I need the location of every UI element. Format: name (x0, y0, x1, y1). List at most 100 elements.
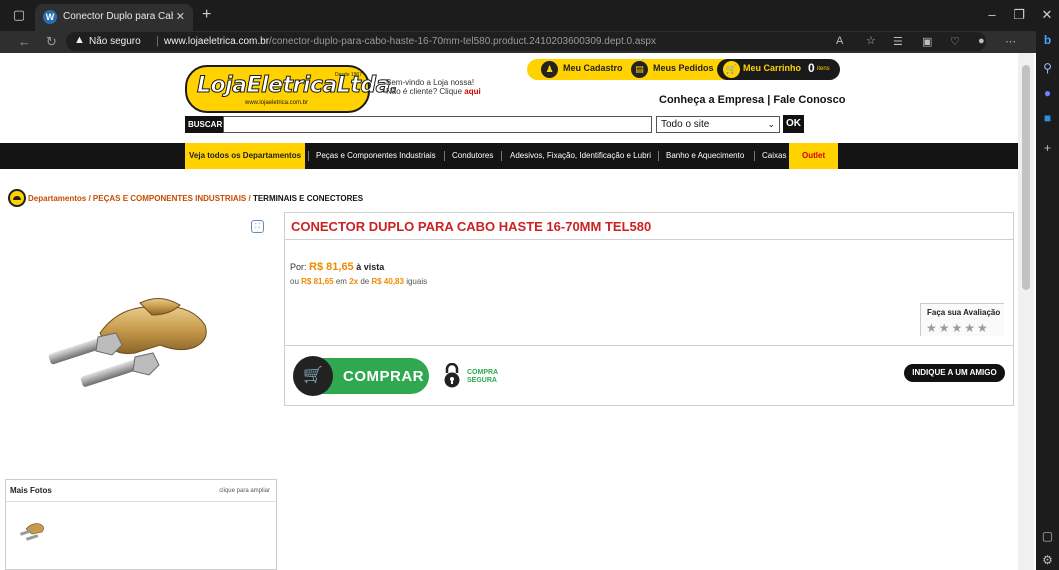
dept-all[interactable]: Veja todos os Departamentos (185, 143, 306, 169)
extensions-icon[interactable]: ♡ (950, 35, 960, 48)
new-tab-icon[interactable]: + (202, 6, 211, 24)
site-favicon-icon: W (43, 10, 57, 24)
sidebar-settings-icon[interactable]: ⚙ (1040, 553, 1055, 568)
rating-stars[interactable]: ★★★★★ (926, 321, 990, 335)
department-bar: Veja todos os Departamentos Peças e Comp… (0, 143, 1018, 169)
product-title: CONECTOR DUPLO PARA CABO HASTE 16-70MM T… (291, 219, 652, 234)
profile-icon[interactable]: ● (978, 35, 985, 47)
close-tab-icon[interactable]: ✕ (176, 10, 185, 23)
browser-tab-bar: ▢ W Conector Duplo para Cabo Haste ✕ + –… (0, 0, 1059, 31)
site-logo[interactable]: LojaEletricaLtda. www.lojaeletrica.com.b… (185, 65, 399, 113)
dept-conductors[interactable]: Condutores (452, 143, 493, 169)
search-controls: Todo o site ⌄ OK (223, 115, 839, 133)
breadcrumb: Departamentos / PEÇAS E COMPONENTES INDU… (8, 189, 363, 208)
dept-divider (754, 151, 755, 161)
buy-button[interactable]: 🛒 COMPRAR (293, 356, 429, 396)
recommend-button[interactable]: INDIQUE A UM AMIGO (904, 364, 1005, 382)
more-options-icon[interactable]: ⋯ (1005, 35, 1016, 48)
favorite-star-icon[interactable]: ☆ (866, 34, 876, 47)
dept-boxes[interactable]: Caixas (762, 143, 786, 169)
search-input[interactable] (223, 116, 652, 133)
user-icon: ♟ (541, 61, 558, 78)
price-suffix: à vista (356, 262, 385, 272)
welcome-question: Não é cliente? Clique (386, 87, 463, 96)
zoom-icon[interactable]: ⛶ (251, 220, 264, 233)
inst-total: R$ 81,65 (301, 277, 334, 286)
register-link[interactable]: aqui (464, 87, 480, 96)
more-photos-header: Mais Fotos clique para ampliar (6, 480, 276, 502)
dept-divider (658, 151, 659, 161)
url-field[interactable]: ▲ Não seguro | www.lojaeletrica.com.br/c… (66, 32, 986, 51)
dept-divider (308, 151, 309, 161)
dept-industrial-parts[interactable]: Peças e Componentes Industriais (316, 143, 436, 169)
browser-sidebar: b ⚲ ● ■ + ▢ ⚙ (1036, 31, 1059, 570)
inst-count: 2x (349, 277, 359, 286)
rating-label: Faça sua Avaliação (927, 308, 1001, 317)
inst-value: R$ 40,83 (371, 277, 404, 286)
collections-icon[interactable]: ▣ (922, 35, 932, 48)
breadcrumb-current[interactable]: TERMINAIS E CONECTORES (253, 194, 363, 203)
cart-link[interactable]: 🛒 Meu Carrinho 0 itens (717, 59, 840, 80)
my-account-link[interactable]: Meu Cadastro (563, 63, 623, 73)
inst-suffix: iguais (406, 277, 428, 286)
tab-title: Conector Duplo para Cabo Haste (63, 11, 173, 22)
url-path: /conector-duplo-para-cabo-haste-16-70mm-… (269, 36, 656, 47)
sidebar-add-icon[interactable]: + (1040, 141, 1055, 156)
product-thumbnail[interactable] (18, 519, 48, 543)
url-domain: www.lojaeletrica.com.br (164, 36, 270, 47)
copilot-icon[interactable]: b (1040, 33, 1055, 48)
cart-label: Meu Carrinho (743, 63, 802, 73)
refresh-icon[interactable]: ↻ (46, 34, 57, 50)
web-page: LojaEletricaLtda. www.lojaeletrica.com.b… (0, 53, 1018, 570)
favorites-bar-icon[interactable]: ☰ (893, 35, 903, 48)
close-window-icon[interactable]: ✕ (1040, 8, 1054, 22)
cart-icon: 🛒 (723, 61, 740, 78)
dept-adhesives[interactable]: Adesivos, Fixação, Identificação e Lubri (510, 143, 651, 169)
secure-line-2: SEGURA (467, 377, 497, 384)
search-scope-select[interactable]: Todo o site ⌄ (656, 116, 780, 133)
sidebar-search-icon[interactable]: ⚲ (1040, 61, 1055, 76)
search-bar: BUSCAR: Todo o site ⌄ OK (185, 115, 839, 133)
dept-divider (444, 151, 445, 161)
more-photos-title: Mais Fotos (10, 486, 52, 495)
cart-icon: 🛒 (293, 356, 333, 396)
buy-row: 🛒 COMPRAR COMPRA SEGURA INDIQUE A UM AMI… (285, 345, 1013, 405)
rating-widget[interactable]: Faça sua Avaliação ★★★★★ (920, 303, 1004, 336)
more-photos-panel: Mais Fotos clique para ampliar (5, 479, 277, 570)
inst-mid1: em (335, 277, 347, 286)
more-photos-hint: clique para ampliar (219, 488, 270, 494)
home-icon[interactable] (8, 189, 26, 207)
secure-purchase-badge: COMPRA SEGURA (443, 363, 523, 391)
read-aloud-icon[interactable]: A (836, 35, 843, 47)
scrollbar-thumb[interactable] (1022, 65, 1030, 290)
product-image[interactable] (40, 285, 240, 400)
restore-icon[interactable]: ❐ (1012, 8, 1026, 22)
installments-info: ou R$ 81,65 em 2x de R$ 40,83 iguais (290, 277, 427, 286)
search-ok-button[interactable]: OK (783, 115, 804, 133)
price-value: R$ 81,65 (309, 261, 354, 273)
sidebar-hide-icon[interactable]: ▢ (1040, 529, 1055, 544)
secure-purchase-text: COMPRA SEGURA (467, 369, 498, 385)
search-label: BUSCAR: (185, 116, 225, 133)
chevron-down-icon: ⌄ (767, 119, 775, 129)
account-nav: ♟ Meu Cadastro ▤ Meus Pedidos 🛒 Meu Carr… (527, 59, 840, 80)
logo-since: Desde 1967 (335, 72, 362, 78)
browser-tab[interactable]: W Conector Duplo para Cabo Haste ✕ (35, 4, 193, 31)
company-links[interactable]: Conheça a Empresa | Fale Conosco (659, 94, 845, 106)
secure-line-1: COMPRA (467, 369, 499, 376)
dept-outlet[interactable]: Outlet (789, 143, 839, 169)
my-orders-link[interactable]: Meus Pedidos (653, 63, 714, 73)
dept-bath-heating[interactable]: Banho e Aquecimento (666, 143, 744, 169)
page-scrollbar[interactable] (1018, 53, 1034, 570)
url-separator: | (156, 35, 159, 47)
minimize-icon[interactable]: – (985, 8, 999, 22)
search-scope-value: Todo o site (661, 119, 710, 130)
breadcrumb-departments[interactable]: Departamentos / PEÇAS E COMPONENTES INDU… (28, 194, 251, 203)
window-menu-icon[interactable]: ▢ (12, 8, 26, 22)
security-status: Não seguro (89, 36, 141, 47)
back-icon[interactable]: ← (18, 34, 31, 49)
welcome-message: Bem-vindo a Loja nossa! Não é cliente? C… (386, 78, 481, 96)
sidebar-outlook-icon[interactable]: ■ (1040, 111, 1055, 126)
product-info-box: CONECTOR DUPLO PARA CABO HASTE 16-70MM T… (284, 212, 1014, 406)
sidebar-games-icon[interactable]: ● (1040, 86, 1055, 101)
